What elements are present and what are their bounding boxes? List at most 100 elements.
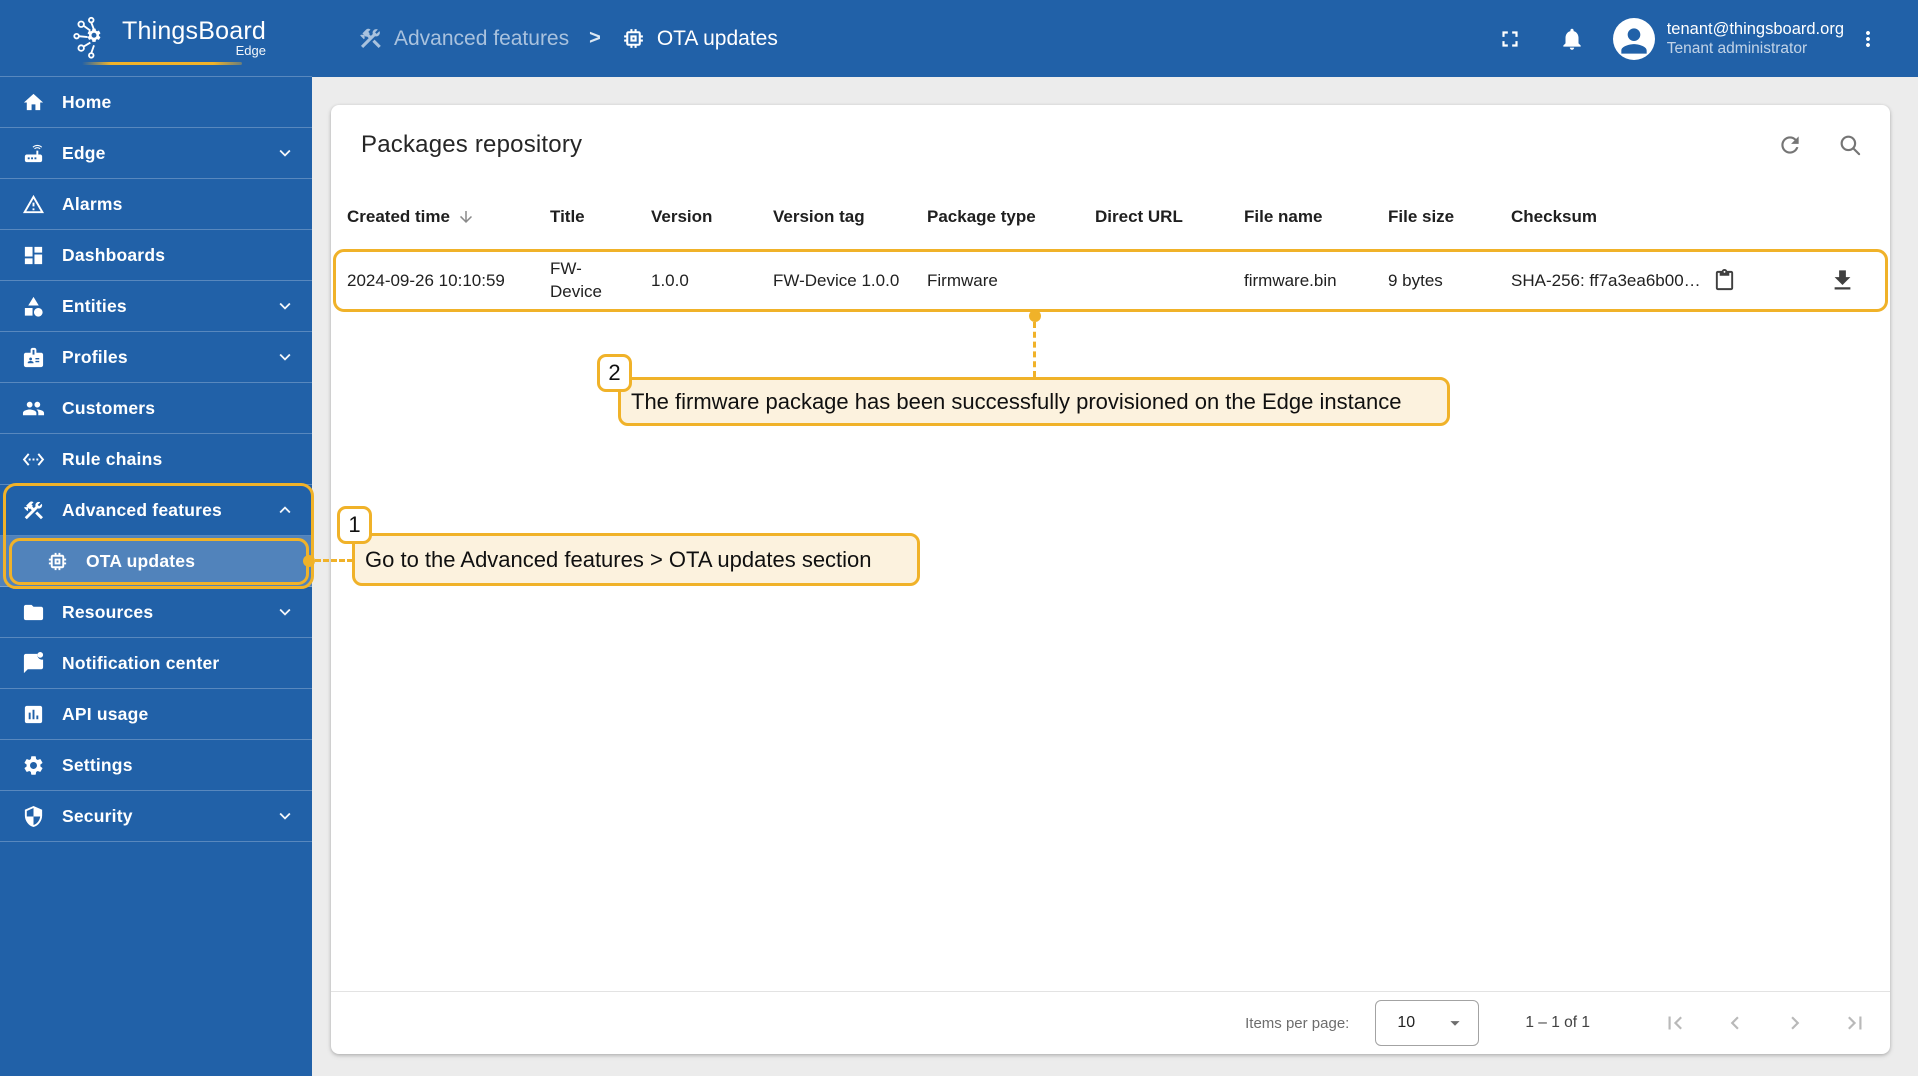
sidebar-item-entities[interactable]: Entities [0,281,312,332]
breadcrumb: Advanced features > OTA updates [358,26,778,51]
sidebar-item-security[interactable]: Security [0,791,312,842]
sidebar-item-rule-chains[interactable]: Rule chains [0,434,312,485]
user-email: tenant@thingsboard.org [1666,19,1844,38]
chevron-up-icon [279,506,291,514]
chat-unread-icon [23,651,44,673]
avatar[interactable] [1612,17,1655,60]
dashboard-icon [24,246,43,264]
column-header-created-time[interactable]: Created time [347,185,543,249]
breadcrumb-ota-updates: OTA updates [621,26,778,51]
cell-file-name: firmware.bin [1244,270,1337,290]
column-header-version[interactable]: Version [651,185,761,249]
warning-icon [22,194,45,213]
column-header-version-tag[interactable]: Version tag [773,185,919,249]
folder-icon [23,604,44,620]
sort-desc-arrow-icon [459,211,472,223]
cell-title: FW-Device [550,259,602,301]
packages-repository-card: Packages repository Created time Title V… [331,105,1890,1054]
brand-underline [82,62,242,65]
cell-package-type: Firmware [927,270,998,290]
memory-chip-icon [623,29,643,48]
sidebar-item-ota-updates[interactable]: OTA updates [0,536,312,587]
brand-edition: Edge [235,43,266,58]
chevron-down-icon [279,302,291,310]
chevron-down-icon [279,149,291,157]
copy-checksum-icon[interactable] [1713,269,1736,292]
breadcrumb-separator: > [589,27,601,49]
sidebar-item-alarms[interactable]: Alarms [0,179,312,230]
sidebar-nav: Home Edge Alarms Dashboards Entities Pro… [0,77,312,842]
people-icon [22,401,45,415]
brand-text: ThingsBoard Edge [122,18,266,58]
construction-icon [24,501,43,519]
sidebar-item-customers[interactable]: Customers [0,383,312,434]
items-per-page-select[interactable]: 10 [1375,1000,1480,1046]
table-row[interactable]: 2024-09-26 10:10:59 FW-Device 1.0.0 FW-D… [331,249,1890,312]
shield-icon [24,805,43,827]
search-icon[interactable] [1837,132,1863,158]
ethernet-icon [22,452,45,466]
fullscreen-icon[interactable] [1497,26,1523,52]
cell-file-size: 9 bytes [1388,270,1443,290]
person-icon [1621,27,1647,54]
pagination-range: 1 – 1 of 1 [1525,1014,1590,1031]
user-role: Tenant administrator [1666,40,1808,58]
top-bar-actions: tenant@thingsboard.org Tenant administra… [1497,17,1918,60]
dropdown-arrow-icon [1450,1021,1460,1026]
items-per-page-value: 10 [1397,1014,1416,1031]
column-header-package-type[interactable]: Package type [927,185,1085,249]
cell-created-time: 2024-09-26 10:10:59 [347,270,505,290]
column-header-file-size[interactable]: File size [1388,185,1502,249]
cell-checksum: SHA-256: ff7a3ea6b00… [1511,249,1819,312]
sidebar-item-advanced-features[interactable]: Advanced features [0,485,312,536]
memory-chip-icon [48,552,67,570]
gear-icon [24,755,43,775]
sidebar-item-notification-center[interactable]: Notification center [0,638,312,689]
breadcrumb-advanced-features[interactable]: Advanced features [358,26,569,51]
construction-icon [360,28,381,49]
sidebar-item-resources[interactable]: Resources [0,587,312,638]
column-header-title[interactable]: Title [550,185,628,249]
chevron-down-icon [279,353,291,361]
sidebar: ThingsBoard Edge Home Edge Alarms Dashbo… [0,0,312,1076]
category-icon [24,296,43,317]
column-header-checksum[interactable]: Checksum [1511,185,1819,249]
thingsboard-logo[interactable]: ThingsBoard Edge [0,0,312,77]
card-tools [1777,132,1863,158]
sidebar-item-api-usage[interactable]: API usage [0,689,312,740]
kebab-menu-icon[interactable] [1856,26,1880,52]
router-icon [24,144,43,162]
cell-version-tag: FW-Device 1.0.0 [773,270,900,290]
first-page-icon[interactable] [1662,1010,1688,1036]
home-icon [23,93,44,110]
chevron-down-icon [279,608,291,616]
card-header: Packages repository [331,105,1890,185]
thingsboard-logo-icon [73,16,101,59]
previous-page-icon[interactable] [1722,1010,1748,1036]
items-per-page-label: Items per page: [1245,1014,1350,1032]
pagination-controls [1662,1010,1868,1036]
cell-direct-url [1095,249,1235,312]
column-header-direct-url[interactable]: Direct URL [1095,185,1235,249]
user-info[interactable]: tenant@thingsboard.org Tenant administra… [1667,19,1844,59]
refresh-icon[interactable] [1777,132,1803,158]
table-footer: Items per page: 10 1 – 1 of 1 [331,991,1890,1054]
download-icon[interactable] [1829,267,1856,294]
badge-icon [23,347,44,367]
sidebar-item-dashboards[interactable]: Dashboards [0,230,312,281]
cell-actions [1829,249,1873,312]
chart-icon [24,705,43,723]
last-page-icon[interactable] [1842,1010,1868,1036]
sidebar-item-profiles[interactable]: Profiles [0,332,312,383]
page-title: Packages repository [361,131,583,158]
sidebar-item-home[interactable]: Home [0,77,312,128]
sidebar-item-settings[interactable]: Settings [0,740,312,791]
column-header-file-name[interactable]: File name [1244,185,1378,249]
chevron-down-icon [279,812,291,820]
sidebar-item-edge[interactable]: Edge [0,128,312,179]
app-window: ThingsBoard Edge Home Edge Alarms Dashbo… [0,0,1918,1076]
cell-version: 1.0.0 [651,270,689,290]
next-page-icon[interactable] [1782,1010,1808,1036]
top-bar: Advanced features > OTA updates tenant@t… [312,0,1918,77]
notifications-bell-icon[interactable] [1559,26,1585,52]
